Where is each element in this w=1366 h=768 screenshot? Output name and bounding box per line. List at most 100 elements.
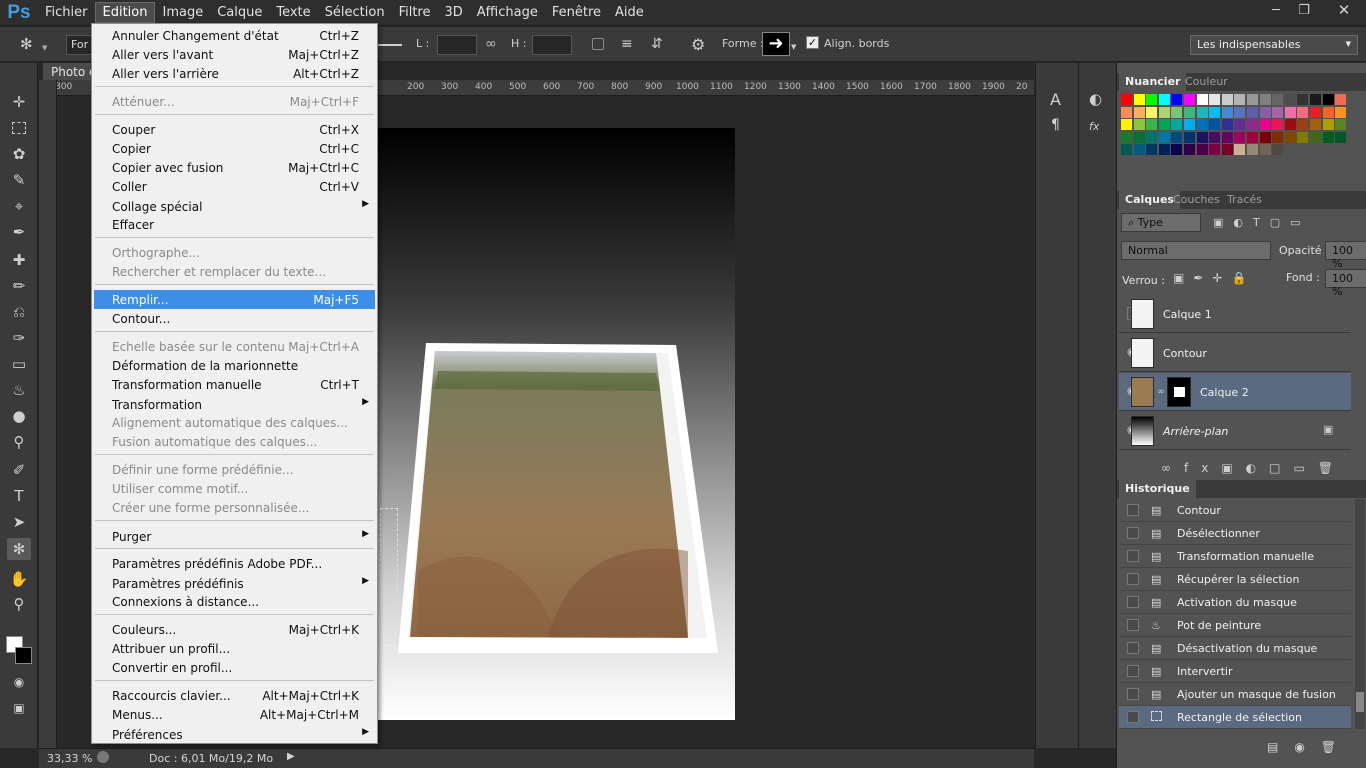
zoom-tool-icon[interactable]: ⚲	[7, 593, 31, 615]
color-swatch[interactable]	[1221, 144, 1233, 156]
menu-item-auto-align[interactable]: Alignement automatique des calques...	[94, 413, 375, 432]
chevron-down-icon[interactable]: ▼	[791, 43, 796, 51]
type-tool-icon[interactable]: T	[7, 485, 31, 507]
color-swatch[interactable]	[1310, 131, 1321, 143]
color-swatch[interactable]	[1335, 119, 1347, 131]
menu-affichage[interactable]: Affichage	[470, 2, 545, 23]
snapshot-box[interactable]	[1127, 504, 1139, 516]
color-swatch[interactable]	[1335, 106, 1347, 118]
snapshot-box[interactable]	[1127, 596, 1139, 608]
arrow-shape-icon[interactable]: ➜	[762, 32, 790, 56]
menu-item-paste[interactable]: Coller Ctrl+V	[94, 177, 375, 196]
lasso-tool-icon[interactable]: ✿	[7, 143, 31, 165]
color-swatch[interactable]	[1335, 94, 1347, 105]
menu-item-presets[interactable]: Paramètres prédéfinis ▶	[94, 574, 375, 593]
color-swatch[interactable]	[1196, 131, 1208, 143]
menu-item-fill[interactable]: Remplir... Maj+F5	[94, 290, 375, 309]
menu-image[interactable]: Image	[155, 2, 210, 23]
layer-name[interactable]: Contour	[1163, 347, 1207, 360]
blend-mode-select[interactable]: Normal	[1121, 241, 1271, 260]
color-swatch[interactable]	[1184, 144, 1195, 156]
layer-row[interactable]: ◉ Contour	[1119, 334, 1351, 372]
color-swatch[interactable]	[1209, 94, 1221, 105]
stroke-type-icon[interactable]	[378, 44, 402, 46]
layer-filter-select[interactable]: ⌕ Type	[1121, 213, 1201, 232]
color-swatch[interactable]	[1247, 131, 1258, 143]
color-swatch[interactable]	[1196, 119, 1208, 131]
layer-name[interactable]: Arrière-plan	[1163, 425, 1228, 438]
menu-item-stroke[interactable]: Contour...	[94, 309, 375, 328]
workspace-select[interactable]: Les indispensables ▼	[1190, 35, 1358, 55]
color-swatch[interactable]	[1184, 119, 1195, 131]
link-icon[interactable]: ∞	[485, 36, 497, 52]
menu-item-pdf-presets[interactable]: Paramètres prédéfinis Adobe PDF...	[94, 554, 375, 573]
color-swatch[interactable]	[1310, 119, 1321, 131]
menu-item-menus[interactable]: Menus... Alt+Maj+Ctrl+M	[94, 705, 375, 724]
tab-nuancier[interactable]: Nuancier	[1119, 73, 1187, 91]
snapshot-box[interactable]	[1127, 711, 1139, 723]
swatch-grid[interactable]	[1119, 92, 1351, 178]
snapshot-box[interactable]	[1127, 642, 1139, 654]
crop-tool-icon[interactable]: ⌖	[7, 195, 31, 217]
tab-couches[interactable]: Couches	[1167, 191, 1226, 209]
history-item[interactable]: ▤ Désélectionner	[1119, 522, 1351, 545]
color-swatch[interactable]	[1146, 144, 1158, 156]
restore-icon[interactable]: ❐	[1290, 1, 1318, 19]
adjustments-panel-icon[interactable]: ◐	[1089, 90, 1102, 108]
color-swatch[interactable]	[1247, 106, 1258, 118]
color-swatch[interactable]	[1259, 119, 1271, 131]
menu-item-define-shape[interactable]: Créer une forme personnalisée...	[94, 498, 375, 517]
menu-item-clear[interactable]: Effacer	[94, 215, 375, 234]
color-swatch[interactable]	[1184, 131, 1195, 143]
color-swatch[interactable]	[1121, 94, 1132, 105]
color-swatch[interactable]	[1184, 94, 1195, 105]
height-input[interactable]	[532, 35, 572, 55]
color-swatch[interactable]	[1133, 144, 1145, 156]
color-swatch[interactable]	[1272, 106, 1284, 118]
menu-item-find-replace[interactable]: Rechercher et remplacer du texte...	[94, 262, 375, 281]
color-swatch[interactable]	[1221, 94, 1233, 105]
tool-mode-select[interactable]: For	[66, 35, 92, 55]
color-swatch[interactable]	[1297, 119, 1309, 131]
color-swatch[interactable]	[1247, 94, 1258, 105]
align-edges-checkbox[interactable]: ✓	[806, 36, 819, 49]
menu-fichier[interactable]: Fichier	[38, 2, 95, 23]
color-swatch[interactable]	[1310, 94, 1321, 105]
custom-shape-tool-icon[interactable]: ✻	[20, 35, 33, 53]
color-swatch[interactable]	[1196, 94, 1208, 105]
tab-historique[interactable]: Historique	[1119, 480, 1196, 498]
color-swatch[interactable]	[1259, 106, 1271, 118]
color-swatch[interactable]	[1196, 106, 1208, 118]
snapshot-box[interactable]	[1127, 688, 1139, 700]
history-item[interactable]: ▤ Ajouter un masque de fusion	[1119, 683, 1351, 706]
menu-item-transform[interactable]: Transformation ▶	[94, 395, 375, 414]
menu-item-step-backward[interactable]: Aller vers l'arrière Alt+Ctrl+Z	[94, 64, 375, 83]
color-swatch[interactable]	[1209, 119, 1221, 131]
color-swatch[interactable]	[1234, 131, 1246, 143]
tab-couleur[interactable]: Couleur	[1179, 73, 1234, 91]
menu-texte[interactable]: Texte	[269, 2, 317, 23]
menu-item-content-aware-scale[interactable]: Echelle basée sur le contenu Maj+Ctrl+A	[94, 337, 375, 356]
color-swatch[interactable]	[1234, 119, 1246, 131]
menu-edition[interactable]: Edition	[94, 2, 156, 23]
history-item[interactable]: Rectangle de sélection	[1119, 706, 1351, 729]
color-swatch[interactable]	[1297, 106, 1309, 118]
path-operations-icon[interactable]	[592, 38, 604, 50]
color-swatch[interactable]	[1158, 131, 1170, 143]
chevron-down-icon[interactable]: ▼	[42, 44, 47, 52]
move-tool-icon[interactable]: ✛	[7, 91, 31, 113]
tab-traces[interactable]: Tracés	[1221, 191, 1268, 209]
history-brush-tool-icon[interactable]: ✑	[7, 327, 31, 349]
color-swatch[interactable]	[1133, 131, 1145, 143]
color-swatch[interactable]	[1284, 106, 1296, 118]
pen-tool-icon[interactable]: ✐	[7, 459, 31, 481]
menu-selection[interactable]: Sélection	[318, 2, 392, 23]
snapshot-box[interactable]	[1127, 527, 1139, 539]
menu-item-color-settings[interactable]: Couleurs... Maj+Ctrl+K	[94, 620, 375, 639]
menu-item-define-pattern[interactable]: Utiliser comme motif...	[94, 479, 375, 498]
history-item[interactable]: ▤ Récupérer la sélection	[1119, 568, 1351, 591]
snapshot-box[interactable]	[1127, 550, 1139, 562]
color-swatch[interactable]	[1171, 131, 1183, 143]
color-swatch[interactable]	[1121, 119, 1132, 131]
color-swatch[interactable]	[1158, 94, 1170, 105]
